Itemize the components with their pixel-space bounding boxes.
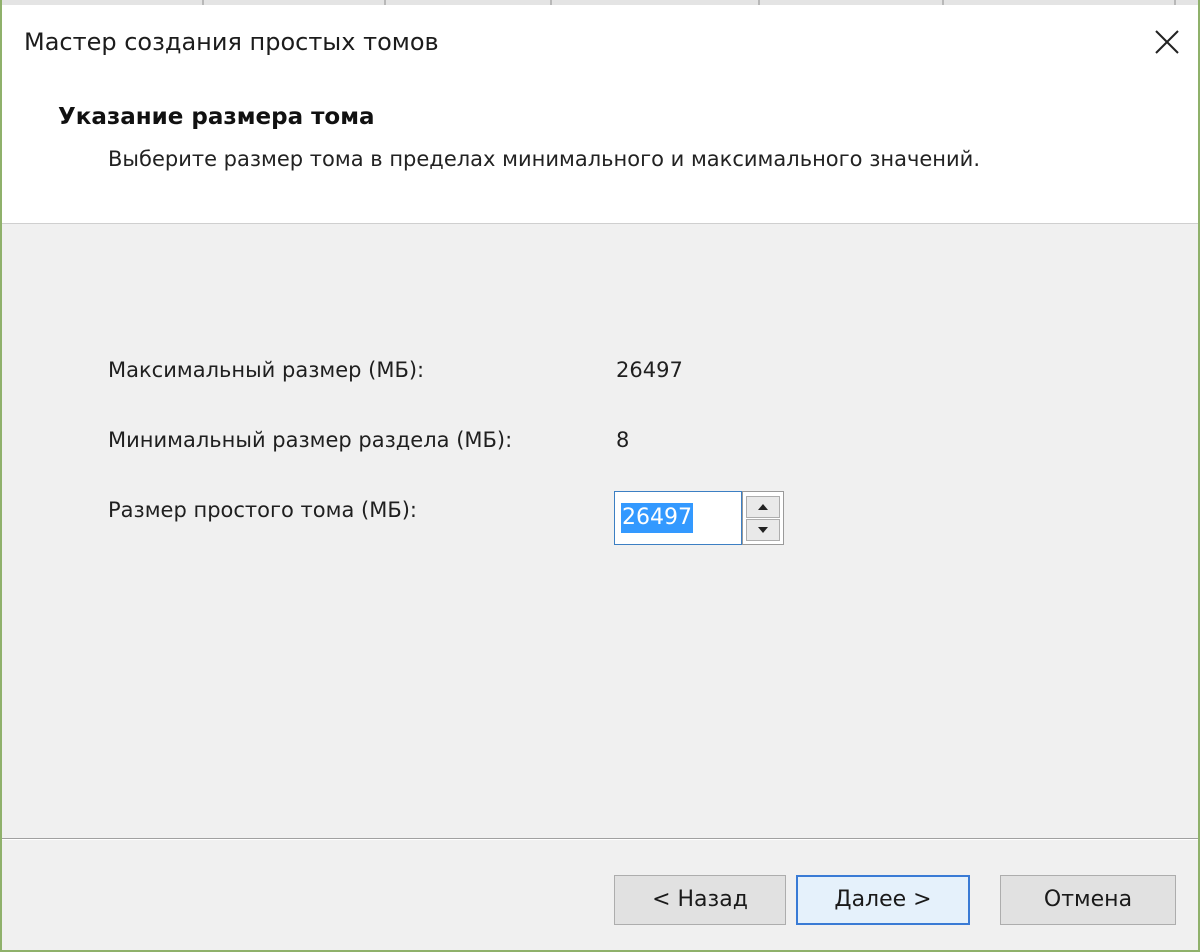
back-button[interactable]: < Назад <box>614 875 786 925</box>
min-size-value: 8 <box>616 428 630 452</box>
next-button[interactable]: Далее > <box>796 875 970 925</box>
min-size-label: Минимальный размер раздела (МБ): <box>108 428 513 452</box>
max-size-label: Максимальный размер (МБ): <box>108 358 425 382</box>
max-size-value: 26497 <box>616 358 683 382</box>
spin-down-button[interactable] <box>746 519 780 541</box>
wizard-window: Мастер создания простых томов Указание р… <box>0 0 1200 952</box>
arrow-up-icon <box>747 503 779 511</box>
arrow-down-icon <box>747 526 779 534</box>
close-icon <box>1144 20 1190 64</box>
volume-size-stepper <box>742 491 784 545</box>
page-description: Выберите размер тома в пределах минималь… <box>108 147 980 171</box>
top-edge-strip <box>2 0 1198 5</box>
volume-size-label: Размер простого тома (МБ): <box>108 498 418 522</box>
spin-up-button[interactable] <box>746 496 780 518</box>
window-title: Мастер создания простых томов <box>24 28 439 56</box>
volume-size-input[interactable]: 26497 <box>614 491 742 545</box>
page-title: Указание размера тома <box>58 104 375 130</box>
content-area <box>2 224 1198 838</box>
volume-size-input-value: 26497 <box>621 503 693 533</box>
close-button[interactable] <box>1144 20 1190 64</box>
cancel-button[interactable]: Отмена <box>1000 875 1176 925</box>
